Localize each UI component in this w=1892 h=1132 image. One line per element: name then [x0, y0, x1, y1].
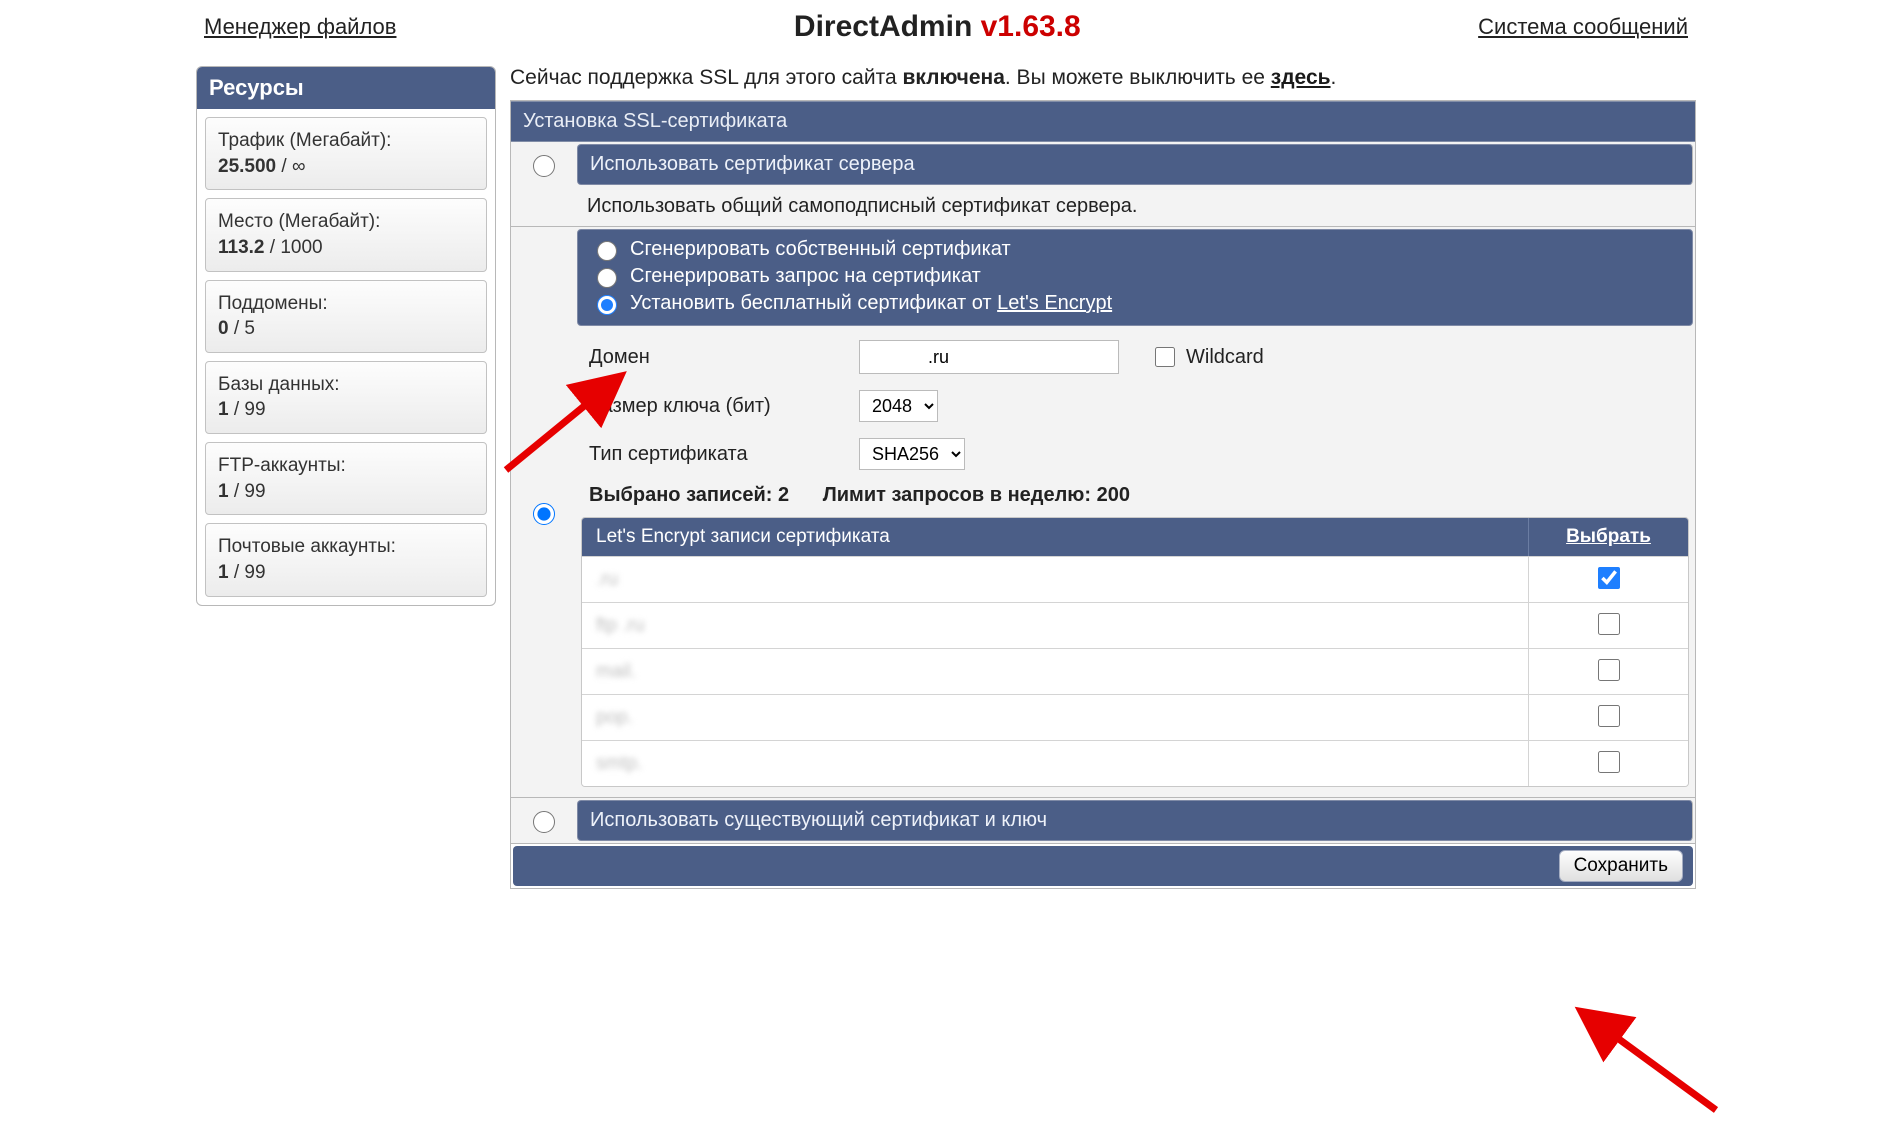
- record-checkbox-cell: [1528, 740, 1688, 787]
- stat-value: 25.500: [218, 156, 276, 177]
- record-checkbox[interactable]: [1598, 613, 1620, 635]
- record-checkbox-cell: [1528, 556, 1688, 603]
- top-bar: Менеджер файлов DirectAdmin v1.63.8 Сист…: [196, 6, 1696, 50]
- radio-gen-csr[interactable]: [597, 268, 617, 288]
- letsencrypt-link[interactable]: Let's Encrypt: [997, 292, 1112, 314]
- sidebar-title: Ресурсы: [197, 67, 495, 109]
- ssl-panel: Установка SSL-сертификата Использовать с…: [510, 100, 1696, 889]
- record-checkbox-cell: [1528, 602, 1688, 649]
- record-name: mail.: [582, 653, 1528, 691]
- certtype-select[interactable]: SHA256: [859, 438, 965, 470]
- record-row: .ru: [582, 556, 1688, 602]
- app-version: v1.63.8: [981, 10, 1081, 43]
- record-checkbox[interactable]: [1598, 659, 1620, 681]
- stat-value: 1: [218, 399, 229, 420]
- annotation-arrow-icon: [1566, 1000, 1726, 1120]
- panel-title: Установка SSL-сертификата: [511, 101, 1695, 142]
- records-col-select[interactable]: Выбрать: [1528, 518, 1688, 556]
- option-server-cert-title: Использовать сертификат сервера: [577, 144, 1693, 185]
- sub-opt-letsencrypt[interactable]: Установить бесплатный сертификат от Let'…: [592, 292, 1678, 315]
- record-name: pop.: [582, 699, 1528, 737]
- record-checkbox[interactable]: [1598, 751, 1620, 773]
- stat-mail: Почтовые аккаунты: 1 / 99: [205, 523, 487, 596]
- file-manager-link[interactable]: Менеджер файлов: [204, 14, 396, 40]
- stat-databases: Базы данных: 1 / 99: [205, 361, 487, 434]
- letsencrypt-form: Домен Wildcard Размер ключа (бит): [575, 328, 1695, 797]
- option-existing-title: Использовать существующий сертификат и к…: [577, 800, 1693, 841]
- records-table: Let's Encrypt записи сертификата Выбрать…: [581, 517, 1689, 787]
- stat-label: Базы данных:: [218, 374, 340, 395]
- toggle-ssl-link[interactable]: здесь: [1271, 66, 1331, 89]
- keysize-label: Размер ключа (бит): [589, 395, 859, 418]
- stat-disk: Место (Мегабайт): 113.2 / 1000: [205, 198, 487, 271]
- record-checkbox-cell: [1528, 648, 1688, 695]
- stat-value: 1: [218, 481, 229, 502]
- stat-value: 1: [218, 562, 229, 583]
- row-keysize: Размер ключа (бит) 2048: [575, 382, 1695, 430]
- stat-label: Трафик (Мегабайт):: [218, 130, 391, 151]
- stat-label: FTP-аккаунты:: [218, 455, 346, 476]
- radio-gen-letsencrypt[interactable]: [597, 295, 617, 315]
- stat-ftp: FTP-аккаунты: 1 / 99: [205, 442, 487, 515]
- stat-label: Место (Мегабайт):: [218, 211, 380, 232]
- record-name: smtp.: [582, 745, 1528, 783]
- record-name: .ru: [582, 561, 1528, 599]
- sub-opt-self[interactable]: Сгенерировать собственный сертификат: [592, 238, 1678, 261]
- save-row: Сохранить: [513, 846, 1693, 886]
- row-domain: Домен Wildcard: [575, 332, 1695, 382]
- record-row: mail.: [582, 648, 1688, 694]
- main-content: Сейчас поддержка SSL для этого сайта вкл…: [510, 66, 1696, 889]
- option-server-cert-desc: Использовать общий самоподписный сертифи…: [575, 187, 1695, 226]
- radio-generate[interactable]: [533, 503, 555, 525]
- save-button[interactable]: Сохранить: [1559, 850, 1683, 882]
- option-server-cert: Использовать сертификат сервера Использо…: [511, 142, 1695, 227]
- record-checkbox[interactable]: [1598, 705, 1620, 727]
- wildcard-toggle[interactable]: Wildcard: [1151, 344, 1264, 370]
- certtype-label: Тип сертификата: [589, 443, 859, 466]
- stat-label: Поддомены:: [218, 293, 328, 314]
- record-row: pop.: [582, 694, 1688, 740]
- record-checkbox[interactable]: [1598, 567, 1620, 589]
- option-existing: Использовать существующий сертификат и к…: [511, 797, 1695, 844]
- stat-value: 0: [218, 318, 229, 339]
- radio-server-cert[interactable]: [533, 155, 555, 177]
- stat-traffic: Трафик (Мегабайт): 25.500 / ∞: [205, 117, 487, 190]
- domain-label: Домен: [589, 346, 859, 369]
- records-header: Let's Encrypt записи сертификата Выбрать: [582, 518, 1688, 556]
- sidebar: Ресурсы Трафик (Мегабайт): 25.500 / ∞ Ме…: [196, 66, 496, 606]
- messages-link[interactable]: Система сообщений: [1478, 14, 1688, 40]
- domain-input[interactable]: [859, 340, 1119, 374]
- radio-existing[interactable]: [533, 811, 555, 833]
- record-checkbox-cell: [1528, 694, 1688, 741]
- stat-subdomains: Поддомены: 0 / 5: [205, 280, 487, 353]
- keysize-select[interactable]: 2048: [859, 390, 938, 422]
- app-name: DirectAdmin: [794, 10, 972, 43]
- records-col-name: Let's Encrypt записи сертификата: [582, 518, 1528, 556]
- record-row: ftp .ru: [582, 602, 1688, 648]
- stat-value: 113.2: [218, 237, 265, 258]
- generate-sub-options: Сгенерировать собственный сертификат Сге…: [577, 229, 1693, 326]
- radio-gen-self[interactable]: [597, 241, 617, 261]
- record-row: smtp.: [582, 740, 1688, 786]
- sub-opt-csr[interactable]: Сгенерировать запрос на сертификат: [592, 265, 1678, 288]
- option-generate: Сгенерировать собственный сертификат Сге…: [511, 227, 1695, 797]
- row-certtype: Тип сертификата SHA256: [575, 430, 1695, 478]
- ssl-status-text: Сейчас поддержка SSL для этого сайта вкл…: [510, 66, 1696, 90]
- selection-counts: Выбрано записей: 2 Лимит запросов в неде…: [575, 478, 1695, 517]
- app-title: DirectAdmin v1.63.8: [396, 10, 1478, 44]
- wildcard-checkbox[interactable]: [1155, 347, 1175, 367]
- stat-label: Почтовые аккаунты:: [218, 536, 396, 557]
- record-name: ftp .ru: [582, 607, 1528, 645]
